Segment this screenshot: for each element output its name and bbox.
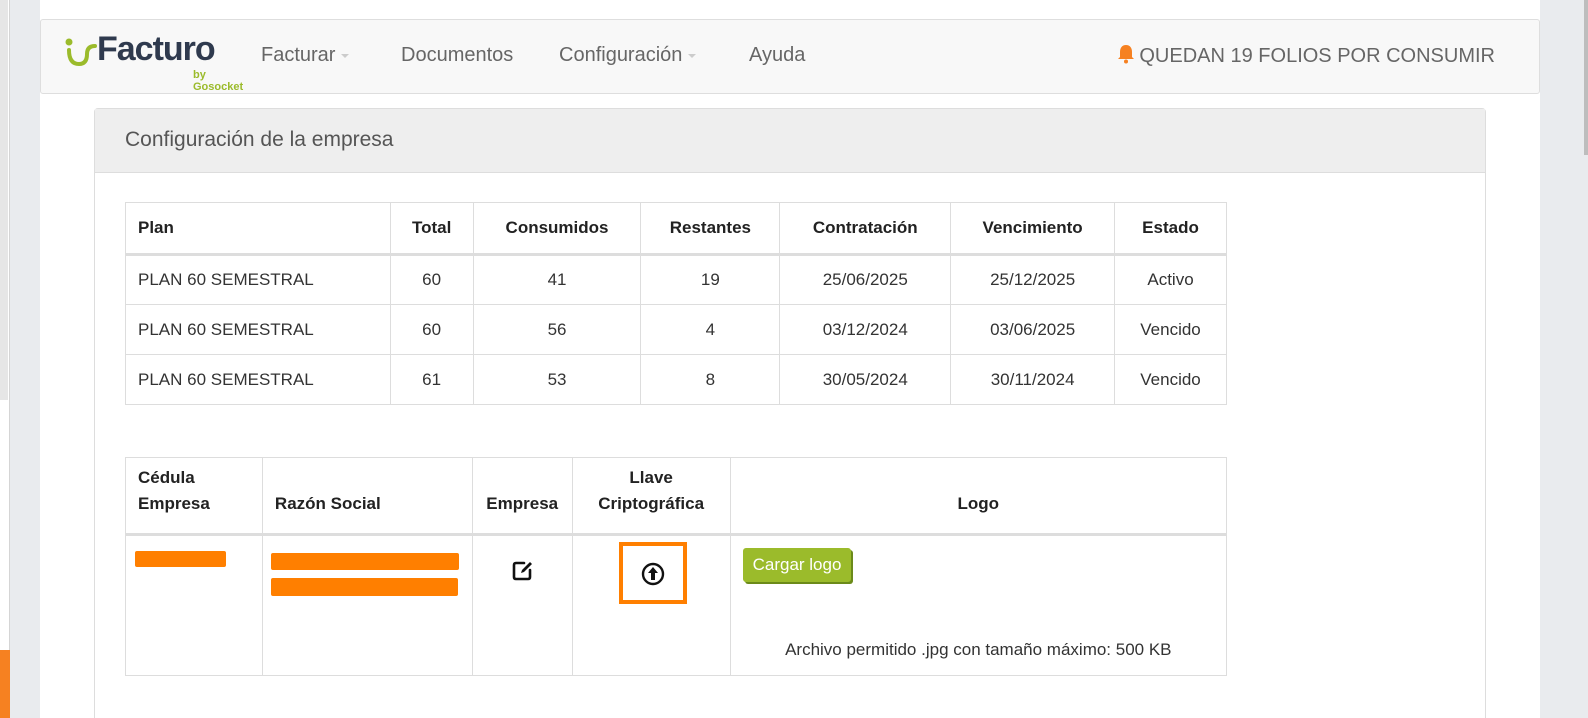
upload-logo-button[interactable]: Cargar logo (742, 548, 852, 582)
cell-razon-social (261, 534, 473, 676)
col-consumidos: Consumidos (472, 202, 642, 256)
col-vencimiento: Vencimiento (950, 202, 1116, 256)
table-row: PLAN 60 SEMESTRAL 60 41 19 25/06/2025 25… (125, 254, 1227, 305)
col-razon-social: Razón Social (261, 457, 473, 536)
redacted-cedula (135, 551, 226, 567)
cell-contratacion: 25/06/2025 (779, 254, 952, 305)
col-llave-line1: Llave (629, 468, 673, 487)
folios-notice[interactable]: QUEDAN 19 FOLIOS POR CONSUMIR (1117, 44, 1495, 68)
cell-consumidos: 53 (472, 354, 642, 405)
logo-wordmark: Facturo (97, 30, 216, 68)
edit-icon[interactable] (512, 560, 534, 582)
facturo-logo[interactable]: Facturo by Gosocket (65, 30, 245, 93)
cell-contratacion: 30/05/2024 (779, 354, 952, 405)
cell-consumidos: 56 (472, 304, 642, 355)
redacted-razon-social (270, 553, 459, 570)
panel-title: Configuración de la empresa (95, 109, 1485, 173)
cell-vencimiento: 25/12/2025 (950, 254, 1116, 305)
logo-mark-icon (65, 38, 97, 67)
cell-vencimiento: 30/11/2024 (950, 354, 1116, 405)
nav-configuracion[interactable]: Configuración (559, 44, 697, 67)
nav-documentos-label: Documentos (401, 44, 514, 66)
orange-side-tab[interactable] (0, 650, 10, 718)
company-config-panel: Configuración de la empresa Plan Total C… (94, 108, 1486, 718)
cell-estado: Activo (1114, 254, 1227, 305)
nav-ayuda[interactable]: Ayuda (749, 44, 805, 67)
table-row: PLAN 60 SEMESTRAL 61 53 8 30/05/2024 30/… (125, 354, 1227, 405)
col-cedula-line2: Empresa (138, 494, 210, 513)
cell-restantes: 4 (640, 304, 781, 355)
col-total: Total (389, 202, 474, 256)
cell-consumidos: 41 (472, 254, 642, 305)
cell-cedula (125, 534, 263, 676)
logo-file-hint: Archivo permitido .jpg con tamaño máximo… (785, 640, 1172, 659)
cell-empresa (471, 534, 573, 676)
nav-ayuda-label: Ayuda (749, 44, 806, 66)
top-navbar: Facturo by Gosocket Facturar Documentos … (40, 19, 1540, 94)
col-restantes: Restantes (640, 202, 781, 256)
cell-logo: Cargar logo Archivo permitido .jpg con t… (729, 534, 1228, 676)
cell-estado: Vencido (1114, 304, 1227, 355)
nav-documentos[interactable]: Documentos (401, 44, 513, 67)
plans-header-row: Plan Total Consumidos Restantes Contrata… (125, 202, 1227, 256)
company-header-row: Cédula Empresa Razón Social Empresa Llav… (125, 457, 1228, 536)
cell-estado: Vencido (1114, 354, 1227, 405)
bell-icon (1118, 45, 1135, 64)
upload-arrow-icon[interactable] (641, 562, 665, 586)
nav-facturar-label: Facturar (261, 44, 336, 66)
cell-plan: PLAN 60 SEMESTRAL (125, 254, 391, 305)
redacted-razon-social (270, 578, 458, 596)
chevron-down-icon (688, 53, 697, 58)
plans-table: Plan Total Consumidos Restantes Contrata… (125, 202, 1227, 405)
col-cedula: Cédula Empresa (125, 457, 263, 536)
col-cedula-line1: Cédula (138, 468, 195, 487)
table-row: Cargar logo Archivo permitido .jpg con t… (125, 534, 1228, 676)
cell-plan: PLAN 60 SEMESTRAL (125, 354, 391, 405)
scrollbar-thumb[interactable] (1584, 0, 1588, 155)
col-logo: Logo (729, 457, 1228, 536)
col-estado: Estado (1114, 202, 1227, 256)
cell-total: 60 (389, 304, 474, 355)
nav-configuracion-label: Configuración (559, 44, 683, 66)
logo-tagline: by Gosocket (193, 69, 244, 93)
nav-facturar[interactable]: Facturar (261, 44, 350, 67)
folios-text: QUEDAN 19 FOLIOS POR CONSUMIR (1139, 45, 1495, 67)
col-empresa: Empresa (471, 457, 573, 536)
chevron-down-icon (341, 53, 350, 58)
cell-vencimiento: 03/06/2025 (950, 304, 1116, 355)
cell-llave-criptografica (571, 534, 731, 676)
table-row: PLAN 60 SEMESTRAL 60 56 4 03/12/2024 03/… (125, 304, 1227, 355)
cell-contratacion: 03/12/2024 (779, 304, 952, 355)
col-contratacion: Contratación (779, 202, 952, 256)
col-plan: Plan (125, 202, 391, 256)
cell-plan: PLAN 60 SEMESTRAL (125, 304, 391, 355)
upload-highlight (618, 542, 687, 604)
cell-restantes: 19 (640, 254, 781, 305)
company-table: Cédula Empresa Razón Social Empresa Llav… (125, 457, 1228, 676)
col-llave-line2: Criptográfica (598, 494, 705, 513)
cell-total: 60 (389, 254, 474, 305)
left-window-edge (0, 0, 10, 718)
cell-restantes: 8 (640, 354, 781, 405)
cell-total: 61 (389, 354, 474, 405)
col-llave: Llave Criptográfica (571, 457, 731, 536)
